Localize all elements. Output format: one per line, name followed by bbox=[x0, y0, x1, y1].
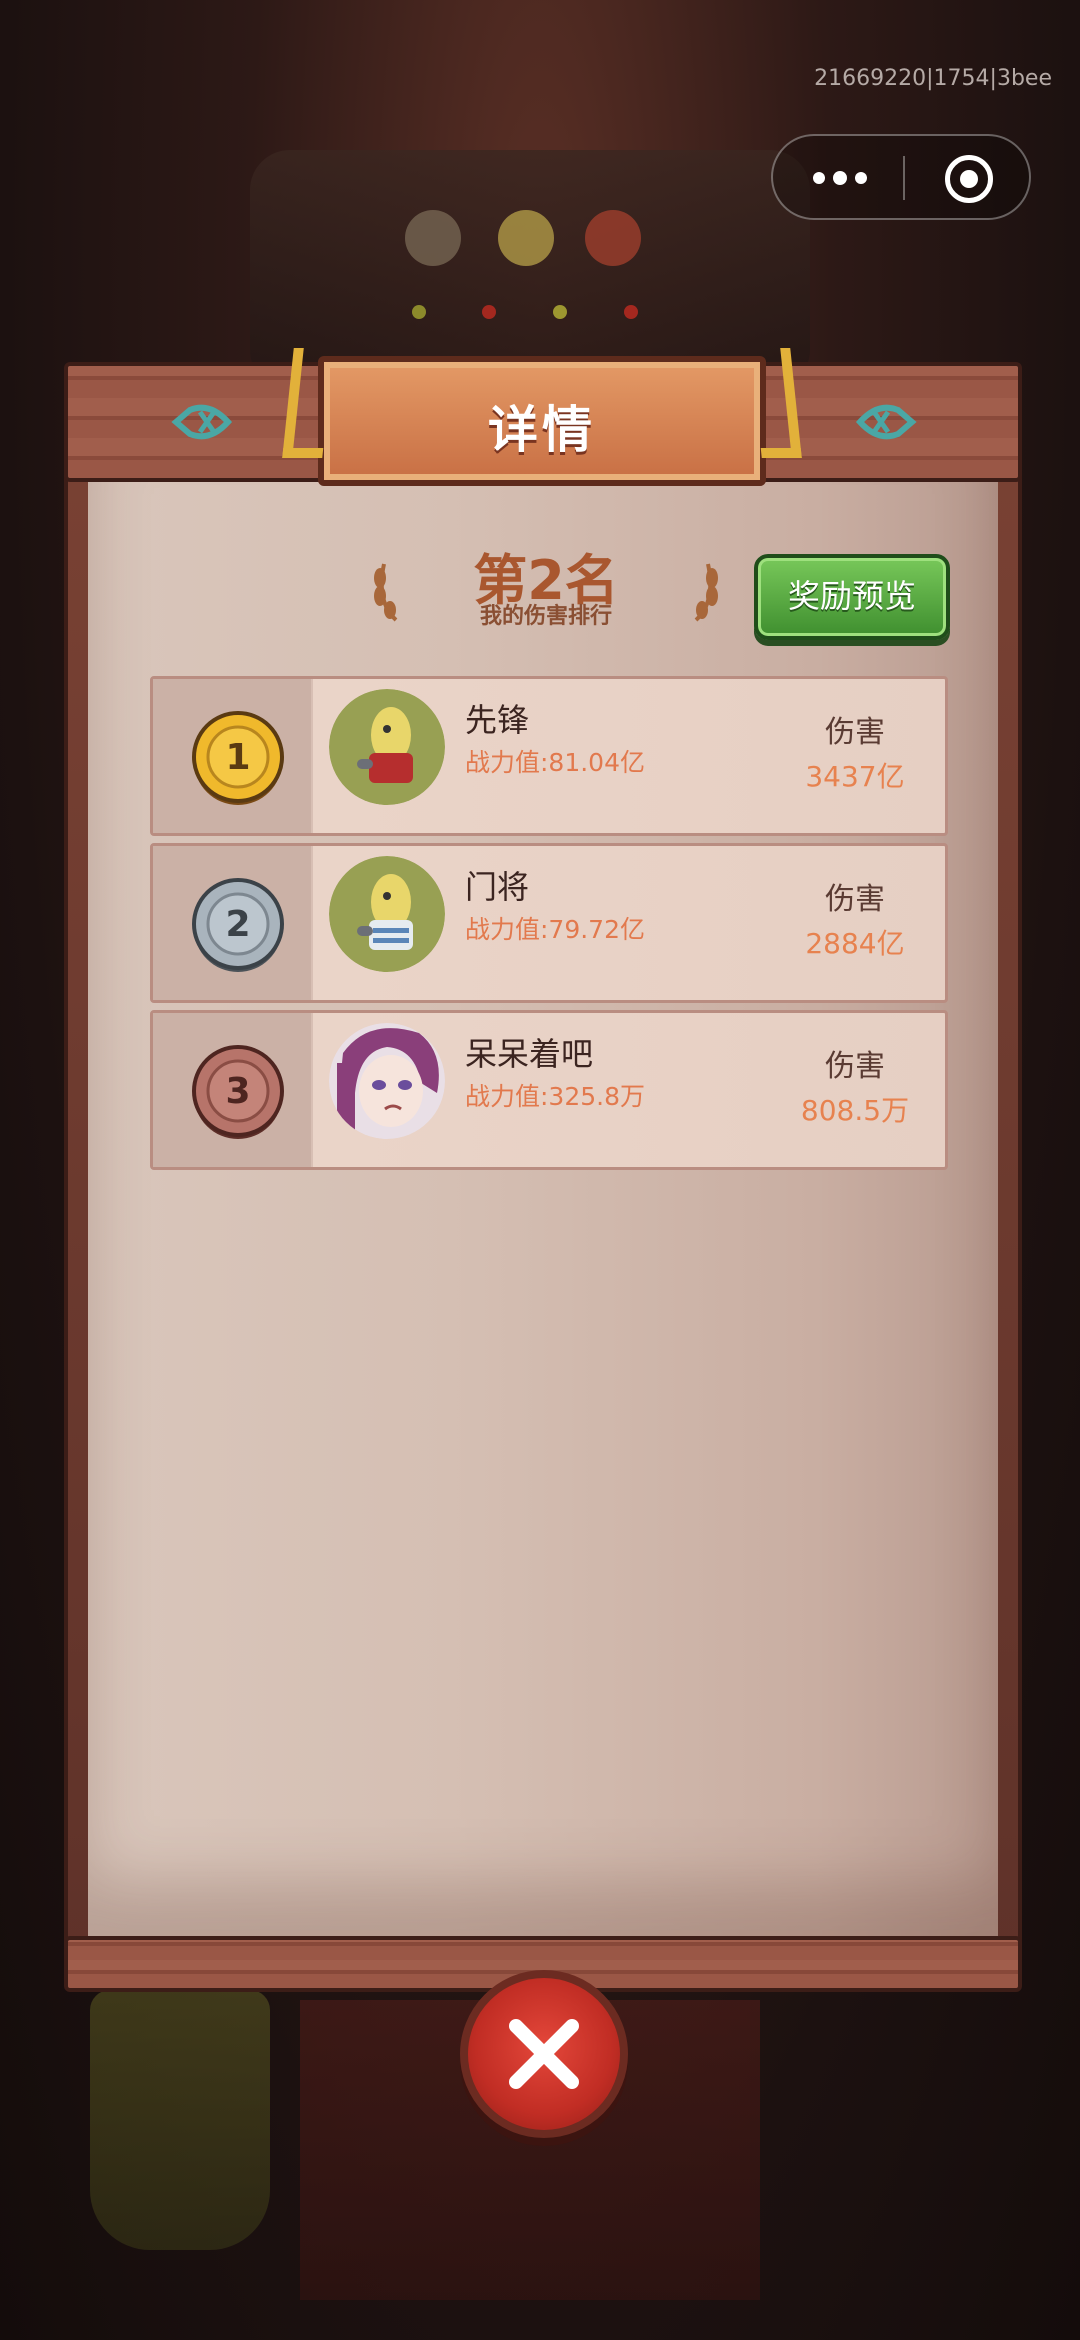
background-bulb bbox=[498, 210, 554, 266]
leaderboard-row: 3 呆呆着吧 战力值:325.8万 伤害 808.5万 bbox=[150, 1010, 948, 1170]
more-dots-icon[interactable] bbox=[813, 166, 873, 190]
fish-icon bbox=[171, 404, 233, 440]
damage-label: 伤害 bbox=[825, 882, 885, 917]
miniprogram-capsule bbox=[771, 134, 1031, 220]
rank-subtitle: 我的伤害排行 bbox=[479, 604, 612, 629]
medal-number: 1 bbox=[225, 737, 250, 778]
laurel-right-icon bbox=[694, 563, 718, 622]
damage-label: 伤害 bbox=[825, 715, 885, 750]
background-cup bbox=[90, 1990, 270, 2250]
damage-value: 3437亿 bbox=[805, 760, 905, 793]
damage-value: 808.5万 bbox=[800, 1094, 910, 1127]
background-led bbox=[553, 305, 567, 319]
fish-icon bbox=[855, 404, 917, 440]
leaderboard-row: 2 门将 战力值:79.72亿 伤害 2884亿 bbox=[150, 843, 948, 1003]
panel-title: 详情 bbox=[488, 401, 596, 459]
avatar bbox=[329, 689, 445, 805]
avatar bbox=[329, 856, 445, 972]
leaderboard-row: 1 先锋 战力值:81.04亿 伤害 3437亿 bbox=[150, 676, 948, 836]
rank-header: 第2名 我的伤害排行 bbox=[366, 536, 726, 636]
reward-preview-button[interactable]: 奖励预览 bbox=[754, 554, 950, 640]
close-icon bbox=[509, 2019, 579, 2089]
damage-label: 伤害 bbox=[825, 1049, 885, 1084]
close-button[interactable] bbox=[460, 1970, 628, 2138]
medal-number: 2 bbox=[225, 904, 250, 945]
title-banner: 详情 bbox=[282, 348, 802, 486]
background-led bbox=[482, 305, 496, 319]
damage-value: 2884亿 bbox=[805, 927, 905, 960]
player-power: 战力值:79.72亿 bbox=[465, 915, 645, 944]
background-bulb bbox=[585, 210, 641, 266]
build-id-text: 21669220|1754|3bee bbox=[814, 66, 1052, 91]
player-power: 战力值:325.8万 bbox=[465, 1082, 645, 1111]
silver-medal-icon: 2 bbox=[192, 878, 284, 972]
background-machine bbox=[250, 150, 810, 390]
background-led bbox=[412, 305, 426, 319]
target-icon[interactable] bbox=[945, 155, 993, 203]
player-power: 战力值:81.04亿 bbox=[465, 748, 645, 777]
background-led bbox=[624, 305, 638, 319]
bronze-medal-icon: 3 bbox=[192, 1045, 284, 1139]
player-name: 先锋 bbox=[465, 701, 530, 739]
background-bulb bbox=[405, 210, 461, 266]
gold-medal-icon: 1 bbox=[192, 711, 284, 805]
player-name: 门将 bbox=[465, 868, 530, 906]
player-name: 呆呆着吧 bbox=[465, 1035, 594, 1073]
avatar bbox=[329, 1023, 445, 1139]
capsule-divider bbox=[903, 156, 905, 200]
medal-number: 3 bbox=[225, 1071, 250, 1112]
